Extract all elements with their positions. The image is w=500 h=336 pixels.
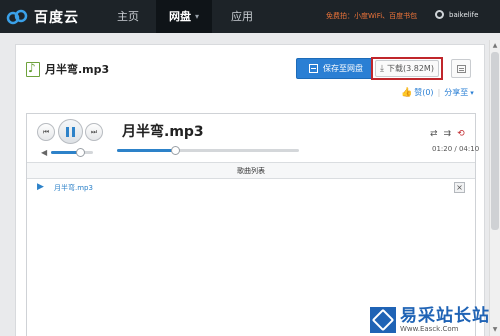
share-link[interactable]: 分享至 <box>444 87 468 98</box>
volume-knob[interactable] <box>76 148 86 157</box>
save-to-netdisk-label: 保存至网盘 <box>323 64 363 73</box>
progress-fill <box>117 149 175 152</box>
main-nav: 主页 网盘 ▾ 应用 <box>100 0 272 33</box>
prev-icon: ⏮ <box>42 127 50 136</box>
save-to-netdisk-button[interactable]: 保存至网盘 <box>296 58 376 79</box>
download-button-highlight: ⤓ 下载(3.82M) <box>371 57 443 80</box>
more-options-button[interactable] <box>451 59 471 78</box>
pause-button[interactable] <box>58 119 83 144</box>
file-name: 月半弯.mp3 <box>45 63 110 76</box>
playlist-item[interactable]: ▶ 月半弯.mp3 × <box>27 179 475 197</box>
top-navigation-bar: 百度云 主页 网盘 ▾ 应用 免费拍：小度WiFi、百度书包 baikelife <box>0 0 500 33</box>
progress-knob[interactable] <box>171 146 180 155</box>
play-icon[interactable]: ▶ <box>37 182 44 192</box>
playlist-item-name[interactable]: 月半弯.mp3 <box>54 183 93 193</box>
progress-slider[interactable] <box>117 146 299 155</box>
thumbs-up-icon[interactable]: 👍 <box>401 88 412 98</box>
speaker-icon[interactable]: ◀ <box>41 148 47 157</box>
file-share-card: 月半弯.mp3 保存至网盘 ⤓ 下载(3.82M) 👍 赞(0) | 分享至 ▾… <box>15 44 485 336</box>
download-icon: ⤓ <box>380 63 384 74</box>
cloud-logo-icon <box>6 9 30 25</box>
shuffle-icon[interactable]: ⇄ <box>430 129 438 139</box>
pause-icon <box>66 126 75 137</box>
nav-item-netdisk[interactable]: 网盘 ▾ <box>156 0 212 33</box>
download-label: 下载(3.82M) <box>387 64 434 73</box>
loop-icon[interactable]: ⟲ <box>457 129 465 139</box>
menu-icon <box>456 64 466 73</box>
divider: | <box>437 88 441 97</box>
download-button[interactable]: ⤓ 下载(3.82M) <box>375 60 439 77</box>
nav-item-netdisk-label: 网盘 <box>168 10 191 23</box>
music-file-icon <box>26 61 40 77</box>
baidu-cloud-logo[interactable]: 百度云 <box>6 6 79 28</box>
user-avatar-icon <box>435 10 444 19</box>
volume-slider[interactable] <box>51 148 94 157</box>
scroll-thumb[interactable] <box>491 52 499 230</box>
watermark-url: Www.Easck.Com <box>400 325 459 333</box>
close-icon[interactable]: × <box>454 182 465 193</box>
username: baikelife <box>449 10 479 19</box>
audio-player: ⏮ ⏭ 月半弯.mp3 ◀ ⇄ ⇉ ⟲ 01:20 / 04:10 歌曲列表 ▶… <box>26 113 480 336</box>
chevron-down-icon: ▾ <box>194 12 199 21</box>
volume-control: ◀ <box>41 148 94 157</box>
brand-name: 百度云 <box>34 10 79 26</box>
nav-item-home[interactable]: 主页 <box>100 0 156 33</box>
file-header: 月半弯.mp3 <box>26 61 109 77</box>
page-scrollbar[interactable]: ▲ ▼ <box>489 40 500 336</box>
playback-time: 01:20 / 04:10 <box>432 145 480 153</box>
social-actions: 👍 赞(0) | 分享至 ▾ <box>401 87 474 98</box>
watermark-title: 易采站长站 <box>400 306 490 326</box>
user-menu[interactable]: baikelife <box>435 10 478 19</box>
track-title: 月半弯.mp3 <box>122 124 204 140</box>
playback-mode-controls: ⇄ ⇉ ⟲ <box>424 129 465 139</box>
playlist-header: 歌曲列表 <box>27 162 475 179</box>
order-icon[interactable]: ⇉ <box>444 129 452 139</box>
like-link[interactable]: 赞(0) <box>414 87 433 98</box>
next-track-button[interactable]: ⏭ <box>85 123 103 141</box>
scroll-up-icon[interactable]: ▲ <box>491 42 499 50</box>
scroll-down-icon[interactable]: ▼ <box>491 326 499 334</box>
watermark-logo-icon <box>370 307 396 333</box>
save-icon <box>309 64 318 73</box>
promo-link[interactable]: 免费拍：小度WiFi、百度书包 <box>326 11 417 21</box>
next-icon: ⏭ <box>90 127 98 136</box>
watermark: 易采站长站 Www.Easck.Com <box>370 305 490 335</box>
progress-control <box>117 146 299 155</box>
previous-track-button[interactable]: ⏮ <box>37 123 55 141</box>
chevron-down-icon[interactable]: ▾ <box>470 89 474 97</box>
watermark-text: 易采站长站 Www.Easck.Com <box>400 307 490 333</box>
nav-item-apps[interactable]: 应用 <box>212 0 272 33</box>
